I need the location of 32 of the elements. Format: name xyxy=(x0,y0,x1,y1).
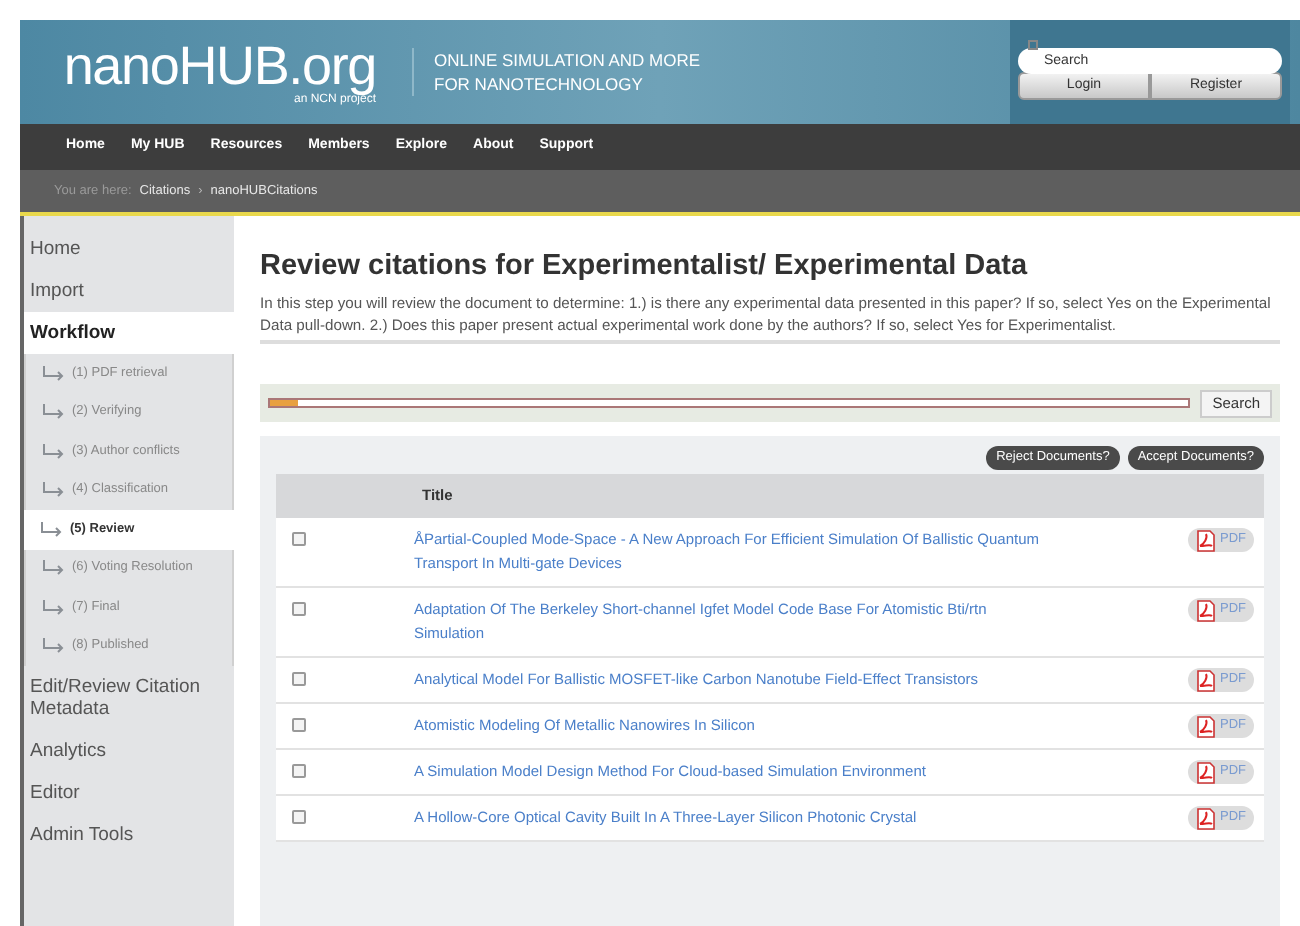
return-arrow-icon xyxy=(40,521,64,538)
row-checkbox[interactable] xyxy=(292,764,306,778)
sidebar-item[interactable]: Import xyxy=(24,270,234,312)
return-arrow-icon xyxy=(42,404,66,421)
tagline: FOR NANOTECHNOLOGY xyxy=(434,72,645,96)
return-arrow-icon xyxy=(42,482,66,499)
row-checkbox[interactable] xyxy=(292,532,306,546)
row-checkbox[interactable] xyxy=(292,672,306,686)
search-icon xyxy=(1028,40,1038,50)
page-title: Review citations for Experimentalist/ Experimental Data xyxy=(260,248,1030,284)
pdf-file-icon xyxy=(1196,529,1216,551)
return-arrow-icon xyxy=(42,638,66,655)
return-arrow-icon xyxy=(42,443,66,460)
sidebar-item[interactable]: Workflow xyxy=(24,312,234,354)
sidebar-item[interactable]: Home xyxy=(24,228,234,270)
pdf-file-icon xyxy=(1196,669,1216,691)
row-checkbox[interactable] xyxy=(292,718,306,732)
site-logo[interactable]: nanoHUB.org xyxy=(63,37,376,93)
sidebar-item[interactable]: Editor xyxy=(24,772,234,814)
sidebar-item[interactable]: Admin Tools xyxy=(24,814,234,856)
pdf-file-icon xyxy=(1196,807,1216,829)
pdf-file-icon xyxy=(1196,761,1216,783)
sidebar-item[interactable]: Analytics xyxy=(24,730,234,772)
pdf-file-icon xyxy=(1196,715,1216,737)
tagline: ONLINE SIMULATION AND MORE xyxy=(434,48,701,72)
row-checkbox[interactable] xyxy=(292,602,306,616)
return-arrow-icon xyxy=(42,365,66,382)
row-checkbox[interactable] xyxy=(292,810,306,824)
sidebar-item[interactable]: Edit/Review Citation Metadata xyxy=(24,666,234,730)
return-arrow-icon xyxy=(42,560,66,577)
pdf-file-icon xyxy=(1196,599,1216,621)
return-arrow-icon xyxy=(42,599,66,616)
